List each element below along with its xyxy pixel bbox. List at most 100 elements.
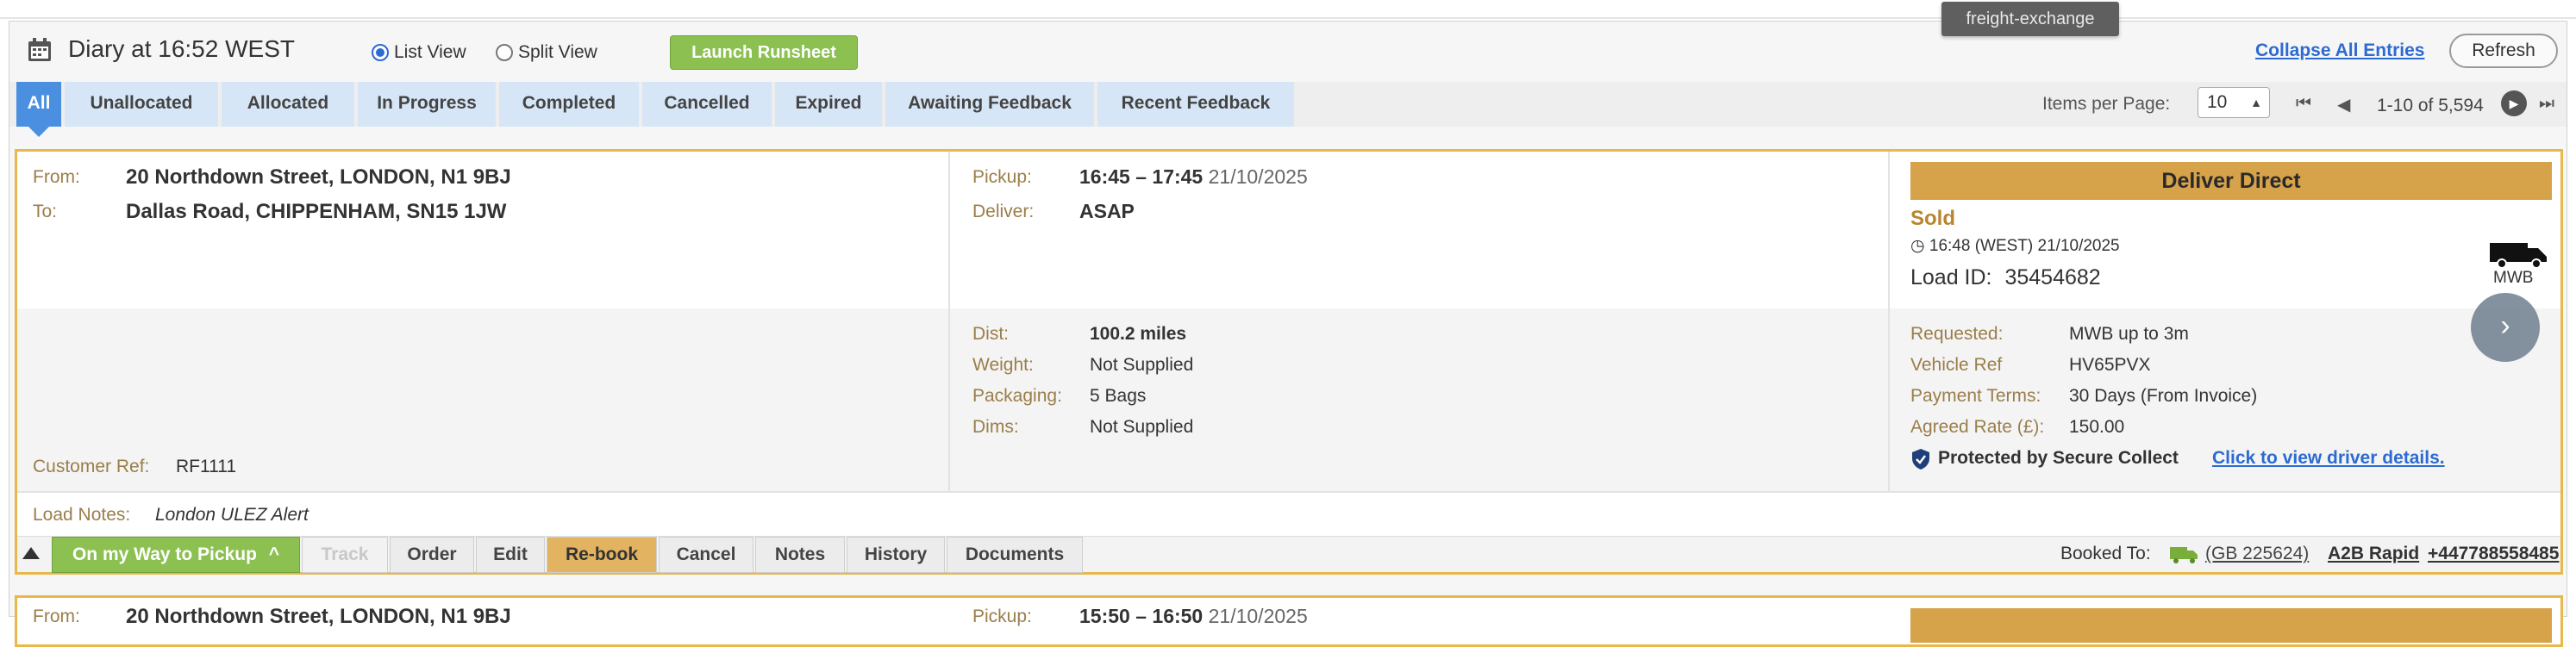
tab-recent-feedback[interactable]: Recent Feedback xyxy=(1097,82,1294,127)
split-view-label: Split View xyxy=(518,42,597,62)
tab-expired[interactable]: Expired xyxy=(775,82,882,127)
packaging-value: 5 Bags xyxy=(1090,386,1147,406)
chevron-up-icon: ^ xyxy=(268,544,280,564)
load-notes-label: Load Notes: xyxy=(33,505,131,525)
page-range: 1-10 of 5,594 xyxy=(2377,96,2484,115)
from-address: 20 Northdown Street, LONDON, N1 9BJ xyxy=(126,165,511,189)
collapse-triangle-icon[interactable] xyxy=(22,547,40,559)
tab-all[interactable]: All xyxy=(16,82,61,137)
pickup-time: 15:50 – 16:50 xyxy=(1079,605,1204,627)
first-page-icon[interactable]: ⏮ xyxy=(2296,94,2311,114)
list-view-label: List View xyxy=(394,42,466,62)
from-address: 20 Northdown Street, LONDON, N1 9BJ xyxy=(126,605,511,628)
booked-to-phone[interactable]: +447788558485 xyxy=(2428,544,2559,564)
pickup-time: 16:45 – 17:45 xyxy=(1079,165,1204,188)
column-divider xyxy=(948,152,950,491)
chevron-right-icon[interactable]: › xyxy=(2471,293,2540,362)
vehicle-code: MWB xyxy=(2493,269,2534,287)
rebook-button[interactable]: Re-book xyxy=(547,537,657,573)
browser-top-strip xyxy=(0,0,2576,19)
dist-label: Dist: xyxy=(972,324,1009,344)
edit-button[interactable]: Edit xyxy=(476,537,545,573)
column-divider xyxy=(1888,152,1890,491)
booked-to-name[interactable]: A2B Rapid xyxy=(2328,544,2419,564)
prev-page-icon[interactable]: ◀ xyxy=(2337,94,2350,115)
status-date: 21/10/2025 xyxy=(2037,237,2120,255)
filter-tabs: All Unallocated Allocated In Progress Co… xyxy=(9,82,2567,137)
deliver-value: ASAP xyxy=(1079,200,1135,222)
truck-icon xyxy=(2170,547,2198,563)
list-view-radio[interactable]: List View xyxy=(372,42,466,63)
load-id: Load ID: 35454682 xyxy=(1910,265,2101,290)
weight-label: Weight: xyxy=(972,355,1034,375)
requested-value: MWB up to 3m xyxy=(2069,324,2189,344)
dist-value: 100.2 miles xyxy=(1090,324,1187,344)
load-id-label: Load ID: xyxy=(1910,265,1992,289)
customer-ref-label: Customer Ref: xyxy=(33,457,150,476)
tab-completed[interactable]: Completed xyxy=(499,82,639,127)
tab-in-progress[interactable]: In Progress xyxy=(358,82,496,127)
order-button[interactable]: Order xyxy=(390,537,474,573)
tooltip: freight-exchange xyxy=(1941,2,2119,36)
collapse-all-link[interactable]: Collapse All Entries xyxy=(2255,40,2424,61)
vehicle-ref-value: HV65PVX xyxy=(2069,355,2151,375)
diary-panel: Diary at 16:52 WEST List View Split View… xyxy=(9,21,2567,647)
van-icon xyxy=(2490,243,2547,269)
load-notes-value: London ULEZ Alert xyxy=(155,505,309,525)
agreed-rate-value: 150.00 xyxy=(2069,417,2125,437)
tab-cancelled[interactable]: Cancelled xyxy=(642,82,772,127)
clock-icon: ◷ xyxy=(1910,237,1925,255)
on-my-way-label: On my Way to Pickup xyxy=(72,544,257,564)
from-label: From: xyxy=(33,607,80,626)
tab-unallocated[interactable]: Unallocated xyxy=(65,82,218,127)
load-notes-row: Load Notes: London ULEZ Alert xyxy=(17,491,2560,536)
documents-button[interactable]: Documents xyxy=(947,537,1083,573)
status-zone: (WEST) xyxy=(1974,237,2034,255)
track-button[interactable]: Track xyxy=(302,537,388,573)
next-page-icon[interactable]: ▶ xyxy=(2501,90,2527,116)
tab-allocated[interactable]: Allocated xyxy=(222,82,354,127)
shield-icon xyxy=(1912,449,1929,470)
requested-label: Requested: xyxy=(1910,324,2004,344)
split-view-radio[interactable]: Split View xyxy=(496,42,597,63)
payment-terms-value: 30 Days (From Invoice) xyxy=(2069,386,2258,406)
pickup-date: 21/10/2025 xyxy=(1208,165,1308,188)
history-button[interactable]: History xyxy=(847,537,945,573)
payment-terms-label: Payment Terms: xyxy=(1910,386,2041,406)
driver-details-link[interactable]: Click to view driver details. xyxy=(2212,448,2445,469)
dims-label: Dims: xyxy=(972,417,1019,437)
status-banner xyxy=(1910,608,2552,643)
diary-entry-2: From: 20 Northdown Street, LONDON, N1 9B… xyxy=(15,595,2563,647)
deliver-direct-banner: Deliver Direct xyxy=(1910,162,2552,200)
to-address: Dallas Road, CHIPPENHAM, SN15 1JW xyxy=(126,200,507,223)
entry-actions-bar: On my Way to Pickup ^ Track Order Edit R… xyxy=(17,536,2560,573)
radio-selected-icon xyxy=(372,44,389,61)
on-my-way-button[interactable]: On my Way to Pickup ^ xyxy=(52,537,300,573)
secure-collect-label: Protected by Secure Collect xyxy=(1938,448,2179,468)
load-id-value: 35454682 xyxy=(2004,265,2101,289)
items-per-page-value: 10 xyxy=(2207,92,2228,112)
vehicle-ref-label: Vehicle Ref xyxy=(1910,355,2003,375)
tab-awaiting-feedback[interactable]: Awaiting Feedback xyxy=(885,82,1094,127)
items-per-page-label: Items per Page: xyxy=(2042,94,2171,114)
refresh-button[interactable]: Refresh xyxy=(2449,34,2558,68)
deliver-label: Deliver: xyxy=(972,202,1035,221)
items-per-page-select[interactable]: 10 ▲ xyxy=(2198,87,2270,118)
launch-runsheet-button[interactable]: Launch Runsheet xyxy=(670,35,858,70)
status-timestamp: ◷ 16:48 (WEST) 21/10/2025 xyxy=(1910,236,2120,256)
cancel-button[interactable]: Cancel xyxy=(659,537,753,573)
updown-icon: ▲ xyxy=(2250,96,2262,109)
weight-value: Not Supplied xyxy=(1090,355,1194,375)
radio-unselected-icon xyxy=(496,44,513,61)
booked-to-label: Booked To: xyxy=(2060,544,2151,563)
booked-to-gb[interactable]: (GB 225624) xyxy=(2205,544,2309,564)
last-page-icon[interactable]: ⏭ xyxy=(2539,94,2554,114)
customer-ref-value: RF1111 xyxy=(176,457,237,476)
notes-button[interactable]: Notes xyxy=(755,537,845,573)
diary-header: Diary at 16:52 WEST List View Split View… xyxy=(9,22,2567,82)
agreed-rate-label: Agreed Rate (£): xyxy=(1910,417,2045,437)
diary-entry: From: 20 Northdown Street, LONDON, N1 9B… xyxy=(15,149,2563,575)
page-title: Diary at 16:52 WEST xyxy=(68,35,295,62)
dims-value: Not Supplied xyxy=(1090,417,1194,437)
to-label: To: xyxy=(33,202,58,221)
